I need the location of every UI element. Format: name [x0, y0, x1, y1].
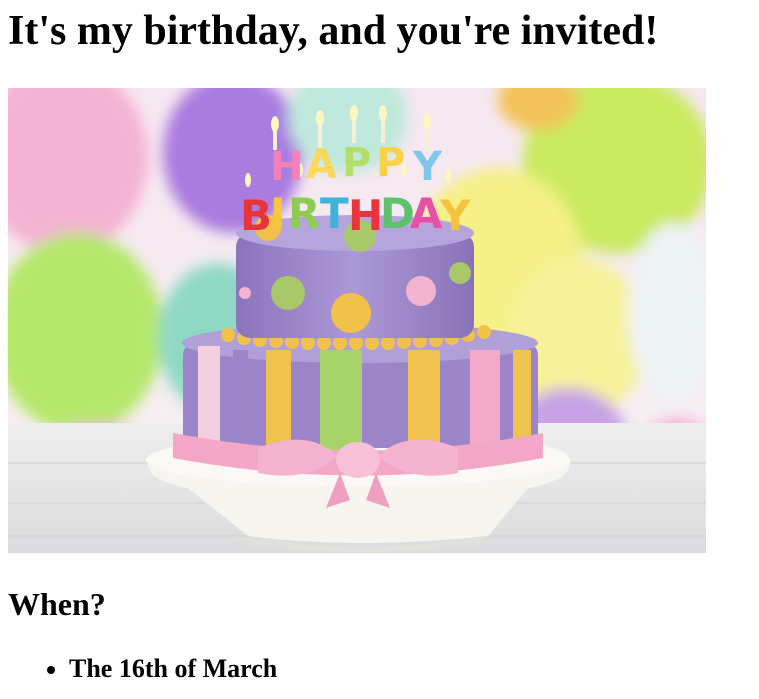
svg-text:B: B: [240, 191, 272, 240]
svg-text:A: A: [410, 189, 443, 238]
svg-text:H: H: [270, 144, 303, 190]
list-item: The 16th of March: [69, 652, 277, 686]
section-heading: When?: [8, 586, 106, 622]
svg-text:Y: Y: [412, 144, 443, 190]
svg-text:H: H: [348, 191, 383, 240]
svg-text:Y: Y: [439, 191, 471, 240]
details-list: The 16th of March: [0, 652, 277, 686]
svg-text:P: P: [342, 140, 371, 186]
page-title: It's my birthday, and you're invited!: [8, 8, 659, 54]
svg-text:P: P: [376, 140, 405, 186]
svg-text:I: I: [270, 189, 286, 238]
svg-text:A: A: [306, 142, 337, 188]
birthday-cake-image: H A P P Y B I R T H D A Y: [8, 88, 706, 553]
svg-text:R: R: [288, 189, 320, 238]
svg-text:T: T: [320, 189, 349, 238]
